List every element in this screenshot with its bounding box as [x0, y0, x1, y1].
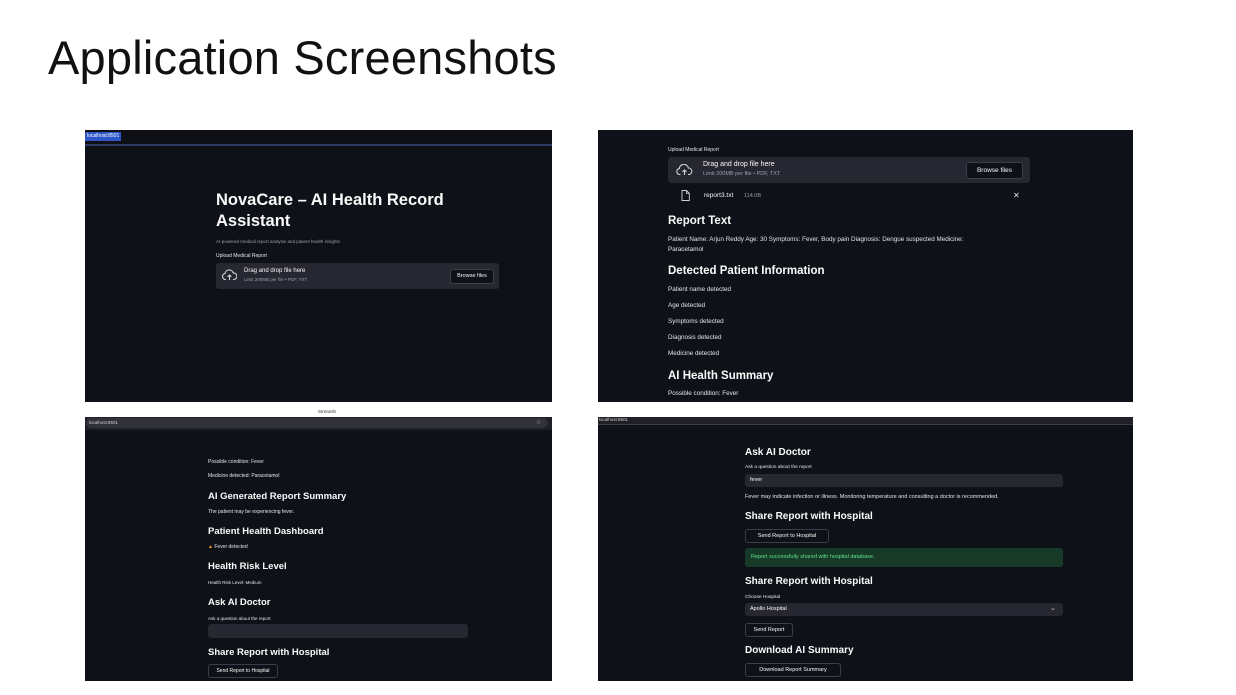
- report-text-line2: Paracetamol: [668, 246, 704, 253]
- url-text[interactable]: localhost:8501: [599, 417, 628, 422]
- detected-item: Age detected: [668, 302, 706, 309]
- fever-warning-text: Fever detected: [214, 544, 248, 550]
- send-report-button[interactable]: Send Report: [745, 623, 793, 637]
- upload-label: Upload Medical Report: [668, 147, 719, 153]
- browser-toolbar: localhost:8501 ☆: [85, 417, 552, 430]
- ai-report-summary-heading: AI Generated Report Summary: [208, 491, 347, 502]
- download-report-summary-button[interactable]: Download Report Summary: [745, 663, 841, 677]
- send-report-to-hospital-button[interactable]: Send Report to Hospital: [745, 529, 829, 543]
- success-alert-text: Report successfully shared with hospital…: [751, 554, 875, 560]
- browser-address-bar[interactable]: localhost:8501: [85, 130, 552, 146]
- hospital-select[interactable]: Apollo Hospital ⌄: [745, 603, 1063, 616]
- send-report-to-hospital-button[interactable]: Send Report to Hospital: [208, 664, 278, 678]
- upload-cloud-icon: [222, 269, 237, 281]
- upload-label: Upload Medical Report: [216, 253, 267, 259]
- report-text-line1: Patient Name: Arjun Reddy Age: 30 Sympto…: [668, 236, 964, 243]
- remove-file-icon[interactable]: ✕: [1013, 191, 1020, 200]
- report-text-heading: Report Text: [668, 215, 732, 227]
- health-risk-heading: Health Risk Level: [208, 561, 287, 572]
- ask-ai-doctor-heading: Ask AI Doctor: [208, 597, 271, 608]
- upload-limit-text: Limit 200MB per file • PDF, TXT: [244, 277, 308, 282]
- app-subtitle: AI-powered medical report analysis and p…: [216, 239, 340, 244]
- ai-report-summary-text: The patient may be experiencing fever.: [208, 509, 295, 515]
- fever-warning-badge: ▲ Fever detected: [208, 544, 248, 550]
- ask-question-value: fever: [750, 477, 763, 483]
- detected-info-heading: Detected Patient Information: [668, 265, 825, 277]
- upload-cloud-icon: [676, 164, 693, 176]
- share-report-heading: Share Report with Hospital: [208, 647, 330, 658]
- chevron-down-icon[interactable]: ⌄: [1050, 604, 1056, 612]
- drag-drop-text: Drag and drop file here: [703, 161, 775, 168]
- warning-icon: ▲: [208, 544, 213, 550]
- file-icon: [681, 190, 690, 201]
- file-uploader-dropzone[interactable]: Drag and drop file here Limit 200MB per …: [216, 263, 499, 289]
- medicine-detected-text: Medicine detected: Paracetamol: [208, 473, 280, 479]
- browse-files-button[interactable]: Browse files: [450, 269, 494, 284]
- health-risk-text: Health Risk Level: Medium: [208, 580, 262, 585]
- hospital-selected-value: Apollo Hospital: [750, 606, 787, 612]
- browse-files-button[interactable]: Browse files: [966, 162, 1023, 179]
- url-text[interactable]: localhost:8501: [85, 132, 122, 141]
- screenshot-report-analysis: Upload Medical Report Drag and drop file…: [598, 130, 1133, 402]
- ai-health-summary-heading: AI Health Summary: [668, 370, 774, 382]
- detected-item: Diagnosis detected: [668, 334, 722, 341]
- health-dashboard-heading: Patient Health Dashboard: [208, 526, 324, 537]
- share-report-heading: Share Report with Hospital: [745, 511, 873, 522]
- browser-address-bar[interactable]: localhost:8501 ☆: [86, 418, 548, 428]
- ask-question-label: Ask a question about the report: [208, 616, 271, 621]
- screenshot-home: localhost:8501 NovaCare – AI Health Reco…: [85, 130, 552, 402]
- browser-tab-title[interactable]: Streamlit: [318, 409, 336, 414]
- detected-item: Patient name detected: [668, 286, 732, 293]
- file-uploader-dropzone[interactable]: Drag and drop file here Limit 200MB per …: [668, 157, 1030, 183]
- slide-title: Application Screenshots: [48, 31, 557, 84]
- browser-address-bar[interactable]: localhost:8501: [598, 417, 1133, 425]
- uploaded-file-name: report3.txt: [704, 192, 734, 199]
- ask-question-input[interactable]: fever: [745, 474, 1063, 487]
- ask-ai-doctor-heading: Ask AI Doctor: [745, 447, 811, 458]
- screenshot-ask-doctor-share: localhost:8501 Ask AI Doctor Ask a quest…: [598, 417, 1133, 681]
- ask-question-input[interactable]: [208, 624, 468, 638]
- bookmark-star-icon[interactable]: ☆: [536, 419, 541, 426]
- app-title-line1: NovaCare – AI Health Record: [216, 191, 444, 209]
- ai-doctor-answer: Fever may indicate infection or illness.…: [745, 494, 999, 500]
- screenshot-dashboard: Streamlit localhost:8501 ☆ Possible cond…: [85, 409, 552, 681]
- success-alert: Report successfully shared with hospital…: [745, 548, 1063, 567]
- app-title-line2: Assistant: [216, 212, 291, 230]
- download-summary-heading: Download AI Summary: [745, 645, 854, 656]
- possible-condition-text: Possible condition: Fever: [668, 390, 739, 397]
- detected-item: Medicine detected: [668, 350, 720, 357]
- uploaded-file-size: 114.0B: [744, 193, 762, 199]
- choose-hospital-label: Choose Hospital: [745, 595, 781, 600]
- drag-drop-text: Drag and drop file here: [244, 268, 306, 274]
- upload-limit-text: Limit 200MB per file • PDF, TXT: [703, 171, 781, 177]
- browser-tab-strip: Streamlit: [85, 409, 552, 417]
- possible-condition-text: Possible condition: Fever: [208, 459, 264, 465]
- ask-question-label: Ask a question about the report: [745, 465, 812, 470]
- detected-item: Symptoms detected: [668, 318, 724, 325]
- url-text[interactable]: localhost:8501: [89, 420, 118, 425]
- share-report-heading-2: Share Report with Hospital: [745, 576, 873, 587]
